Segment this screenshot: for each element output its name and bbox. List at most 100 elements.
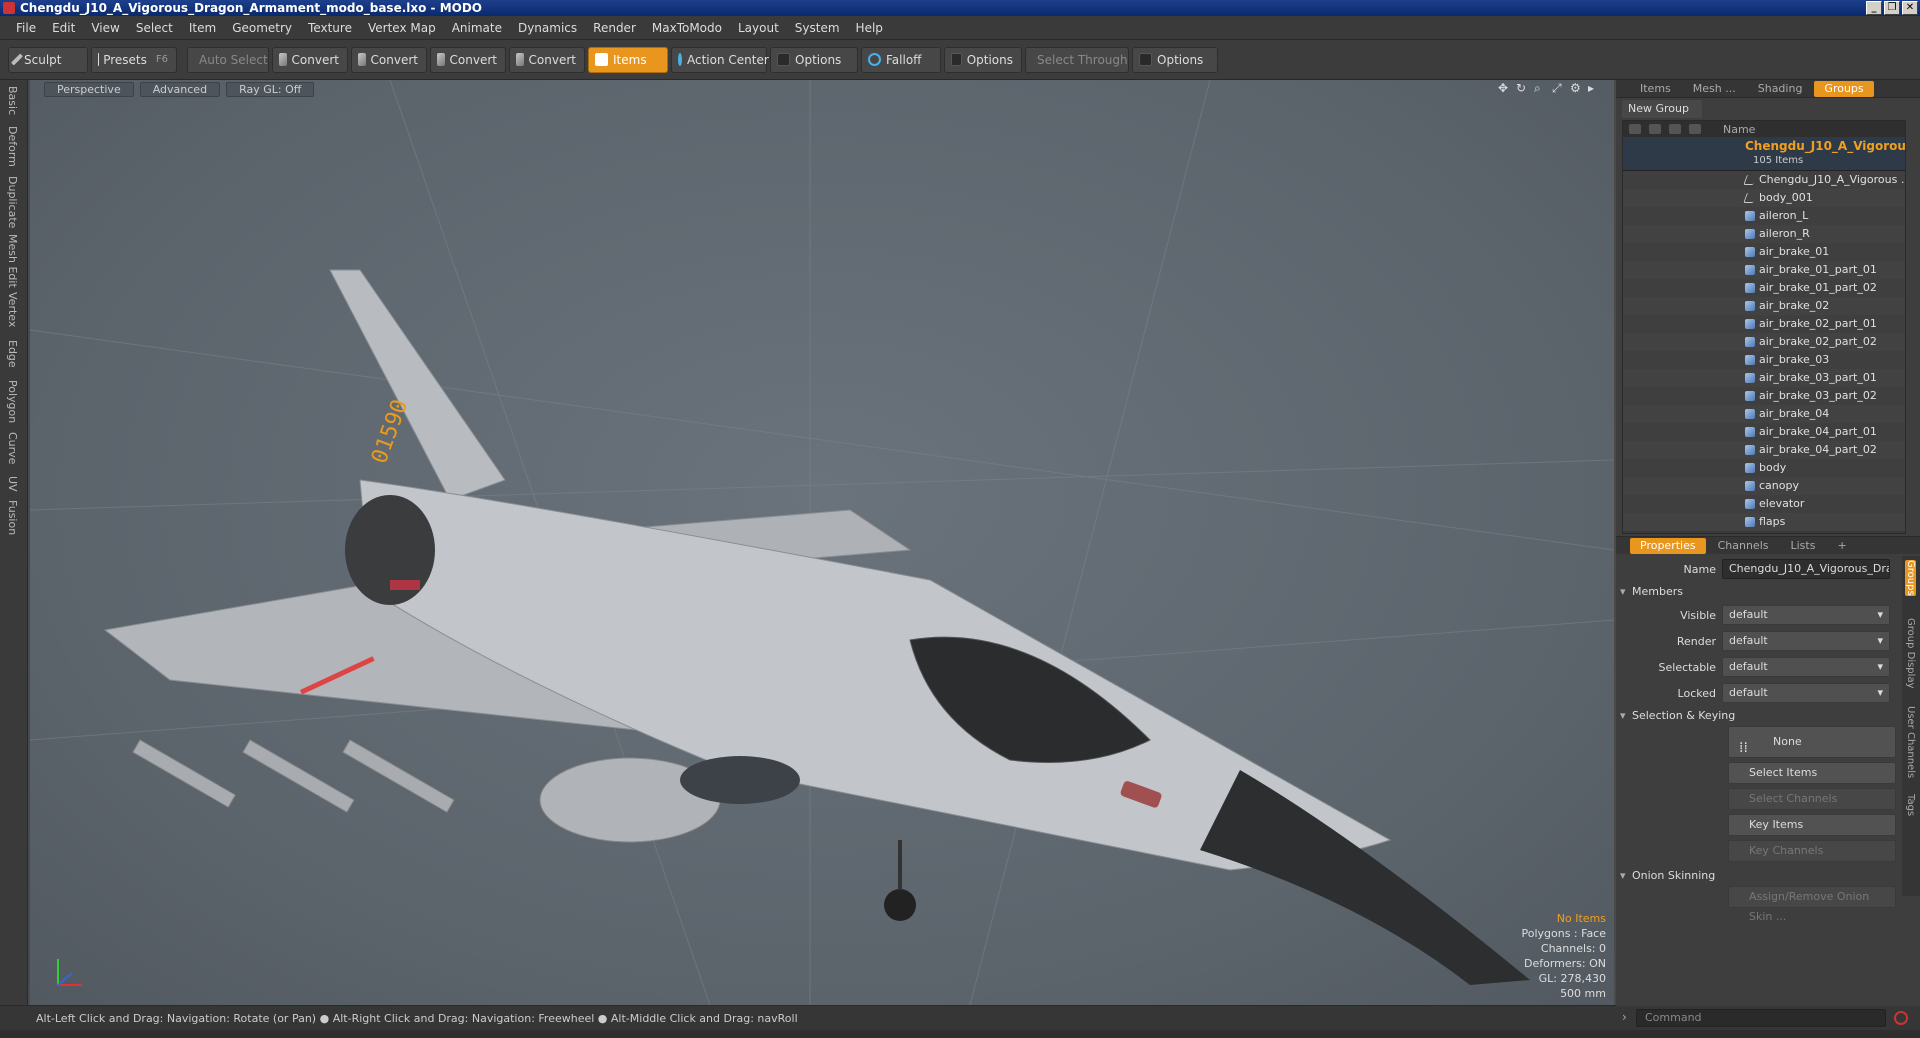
list-item[interactable]: canopy [1623,477,1905,495]
tab-properties[interactable]: Properties [1630,537,1706,554]
list-item[interactable]: air_brake_01_part_02 [1623,279,1905,297]
list-item[interactable]: air_brake_03_part_02 [1623,387,1905,405]
tab-items[interactable]: Items [1630,81,1681,97]
options-button-3[interactable]: Options [1132,46,1218,73]
list-item[interactable]: air_brake_04 [1623,405,1905,423]
menu-edit[interactable]: Edit [44,21,83,35]
maximize-icon[interactable]: ⤢ [1552,82,1564,94]
eye-icon[interactable] [1629,124,1641,134]
list-item[interactable]: aileron_L [1623,207,1905,225]
add-tab-button[interactable]: + [1827,538,1856,554]
tab-deform[interactable]: Deform [6,126,19,167]
rotate-icon[interactable]: ↻ [1516,82,1528,94]
side-tab-user-channels[interactable]: User Channels [1905,706,1916,778]
locked-select[interactable]: default ▾ [1722,683,1890,703]
menu-vertex-map[interactable]: Vertex Map [360,21,444,35]
menu-dynamics[interactable]: Dynamics [510,21,585,35]
list-item[interactable]: air_brake_02_part_01 [1623,315,1905,333]
action-center-button[interactable]: Action Center [671,46,769,73]
side-tab-tags[interactable]: Tags [1905,794,1916,816]
convert-items-button[interactable]: Convert [509,46,585,73]
presets-button[interactable]: Presets F6 [91,46,177,73]
list-item[interactable]: air_brake_02 [1623,297,1905,315]
tab-polygon[interactable]: Polygon [6,380,19,423]
side-tab-group-display[interactable]: Group Display [1905,618,1916,688]
list-item[interactable]: air_brake_02_part_02 [1623,333,1905,351]
select-channels-button[interactable]: Select Channels [1728,788,1896,810]
new-group-button[interactable]: New Group [1622,100,1702,118]
items-mode-button[interactable]: Items [588,46,668,73]
gear-icon[interactable]: ⚙ [1570,82,1582,94]
none-button[interactable]: ⁞⁞ None [1728,726,1896,758]
key-items-button[interactable]: Key Items [1728,814,1896,836]
menu-maxtomodo[interactable]: MaxToModo [644,21,730,35]
3d-viewport[interactable]: 01590 Perspective Advanced Ray GL: Off ✥… [30,80,1614,1005]
command-input[interactable]: Command [1636,1009,1886,1027]
select-icon[interactable] [1669,124,1681,134]
close-icon[interactable]: ✕ [1902,1,1918,15]
list-item[interactable]: body_001 [1623,189,1905,207]
list-item[interactable]: air_brake_01_part_01 [1623,261,1905,279]
select-items-button[interactable]: Select Items [1728,762,1896,784]
tab-curve[interactable]: Curve [6,432,19,464]
tab-edge[interactable]: Edge [6,340,19,368]
convert-polygons-button[interactable]: Convert [430,46,506,73]
onion-skinning-section[interactable]: Onion Skinning [1616,866,1900,886]
list-item[interactable]: body [1623,459,1905,477]
minimize-icon[interactable]: _ [1866,1,1882,15]
list-item[interactable]: elevator [1623,495,1905,513]
key-channels-button[interactable]: Key Channels [1728,840,1896,862]
pan-icon[interactable]: ✥ [1498,82,1510,94]
tab-fusion[interactable]: Fusion [6,500,19,535]
tab-mesh-edit[interactable]: Mesh Edit [6,234,19,288]
convert-vertices-button[interactable]: Convert [272,46,348,73]
select-through-button[interactable]: Select Through [1025,46,1129,73]
options-button-1[interactable]: Options [770,46,858,73]
tab-groups[interactable]: Groups [1814,80,1874,97]
options-button-2[interactable]: Options [944,46,1022,73]
list-item[interactable]: flaps [1623,513,1905,531]
menu-select[interactable]: Select [128,21,181,35]
menu-texture[interactable]: Texture [300,21,360,35]
render-select[interactable]: default ▾ [1722,631,1890,651]
tab-basic[interactable]: Basic [6,86,19,115]
auto-select-button[interactable]: Auto Select [187,46,269,73]
menu-system[interactable]: System [787,21,848,35]
tab-duplicate[interactable]: Duplicate [6,176,19,228]
list-item[interactable]: Chengdu_J10_A_Vigorous ... [1623,171,1905,189]
list-item[interactable]: air_brake_04_part_01 [1623,423,1905,441]
view-type-dropdown[interactable]: Perspective [44,81,134,97]
menu-file[interactable]: File [8,21,44,35]
render-icon[interactable] [1649,124,1661,134]
convert-edges-button[interactable]: Convert [351,46,427,73]
menu-help[interactable]: Help [848,21,891,35]
list-item[interactable]: aileron_R [1623,225,1905,243]
tab-channels[interactable]: Channels [1708,538,1779,554]
menu-render[interactable]: Render [585,21,644,35]
menu-item[interactable]: Item [181,21,224,35]
lock-icon[interactable] [1689,124,1701,134]
list-item[interactable]: air_brake_01 [1623,243,1905,261]
selection-keying-section[interactable]: Selection & Keying [1616,706,1900,726]
raygl-toggle[interactable]: Ray GL: Off [226,81,315,97]
zoom-icon[interactable]: ⌕ [1534,82,1546,94]
tab-vertex[interactable]: Vertex [6,292,19,327]
sculpt-button[interactable]: Sculpt [8,46,88,73]
tab-lists[interactable]: Lists [1781,538,1826,554]
restore-icon[interactable]: ❐ [1884,1,1900,15]
menu-animate[interactable]: Animate [444,21,510,35]
expand-arrow-icon[interactable]: ▸ [1588,82,1600,94]
menu-view[interactable]: View [83,21,127,35]
shading-mode-dropdown[interactable]: Advanced [139,81,221,97]
record-icon[interactable] [1894,1011,1908,1025]
selectable-select[interactable]: default ▾ [1722,657,1890,677]
list-item[interactable]: air_brake_03 [1623,351,1905,369]
menu-geometry[interactable]: Geometry [224,21,300,35]
tab-uv[interactable]: UV [6,476,19,492]
list-item[interactable]: air_brake_04_part_02 [1623,441,1905,459]
group-row[interactable]: Chengdu_J10_A_Vigorou... 105 Items [1623,137,1905,171]
menu-layout[interactable]: Layout [730,21,787,35]
column-name[interactable]: Name [1719,123,1755,136]
visible-select[interactable]: default ▾ [1722,605,1890,625]
side-tab-groups[interactable]: Groups [1905,560,1916,596]
